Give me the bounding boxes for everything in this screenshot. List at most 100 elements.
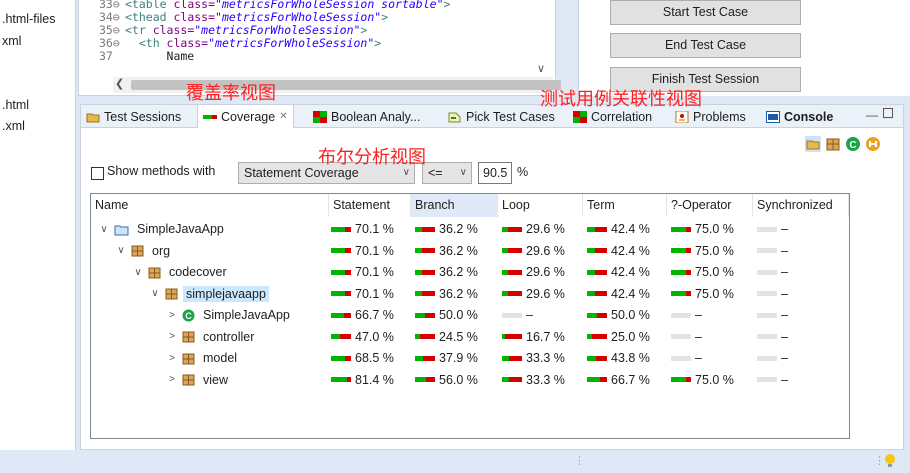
console-icon bbox=[766, 110, 780, 123]
code-line[interactable]: 37 Name bbox=[99, 49, 194, 63]
expand-chevron-icon[interactable]: > bbox=[167, 331, 177, 342]
metric-cell-loop: 33.3 % bbox=[502, 347, 565, 369]
collapse-chevron-icon[interactable]: ∨ bbox=[99, 224, 109, 235]
column-header-branch[interactable]: Branch bbox=[411, 194, 498, 217]
coverage-bar-uncovered bbox=[595, 355, 607, 361]
percent-label: % bbox=[517, 165, 529, 179]
code-token: <th bbox=[125, 36, 167, 50]
table-row[interactable]: ∨ codecover 70.1 % 36.2 % 29.6 % 42.4 % 75.0 %… bbox=[91, 261, 849, 283]
collapse-chevron-icon[interactable]: ∨ bbox=[150, 288, 160, 299]
coverage-bar bbox=[757, 269, 777, 275]
tab-test-sessions[interactable]: Test Sessions bbox=[86, 105, 181, 128]
metric-value: – bbox=[781, 222, 788, 236]
coverage-bar-covered bbox=[331, 291, 346, 296]
scroll-down-icon[interactable]: ∨ bbox=[537, 62, 545, 75]
coverage-bar-covered bbox=[587, 269, 596, 275]
tab-console[interactable]: Console bbox=[766, 105, 833, 128]
collapse-chevron-icon[interactable]: ∨ bbox=[116, 245, 126, 256]
tip-lightbulb-icon[interactable] bbox=[884, 453, 896, 469]
tab-label: Boolean Analy... bbox=[331, 109, 421, 124]
show-methods-checkbox[interactable] bbox=[91, 167, 104, 180]
table-row[interactable]: ∨ org 70.1 % 36.2 % 29.6 % 42.4 % 75.0 % – bbox=[91, 240, 849, 262]
expand-chevron-icon[interactable]: > bbox=[167, 310, 177, 321]
code-token: > bbox=[381, 10, 389, 24]
column-header-synchronized[interactable]: Synchronized bbox=[753, 194, 849, 217]
column-header-loop[interactable]: Loop bbox=[498, 194, 583, 217]
coverage-bar bbox=[587, 334, 607, 339]
column-header-name[interactable]: Name bbox=[91, 194, 329, 217]
package-view-icon[interactable] bbox=[825, 136, 841, 152]
coverage-bar-covered bbox=[415, 355, 423, 361]
minimize-icon[interactable]: — bbox=[866, 108, 878, 122]
editor-horizontal-scrollbar[interactable]: ❮ bbox=[113, 77, 561, 93]
metric-cell-loop: – bbox=[502, 304, 533, 326]
explorer-file[interactable]: .html-files bbox=[2, 12, 55, 26]
class-icon: C bbox=[182, 309, 195, 322]
operator-select-value: <= bbox=[428, 166, 443, 180]
code-token: class= bbox=[166, 36, 209, 50]
metric-cell-qop: 75.0 % bbox=[671, 369, 734, 391]
annotation-boolean-view: 布尔分析视图 bbox=[318, 147, 426, 168]
metric-value: – bbox=[781, 372, 788, 387]
code-line[interactable]: 35⊖ <tr class="metricsForWholeSession"> bbox=[99, 23, 367, 37]
coverage-bar bbox=[331, 269, 351, 275]
package-icon bbox=[165, 287, 178, 300]
operator-select[interactable]: <= ∨ bbox=[422, 162, 472, 184]
coverage-bar bbox=[502, 248, 522, 253]
table-row[interactable]: > model 68.5 % 37.9 % 33.3 % 43.8 % – – bbox=[91, 347, 849, 369]
code-line[interactable]: 34⊖ <thead class="metricsForWholeSession"… bbox=[99, 10, 388, 24]
table-row[interactable]: > C SimpleJavaApp 66.7 % 50.0 % – 50.0 % – – bbox=[91, 304, 849, 326]
refresh-icon[interactable]: C bbox=[845, 136, 861, 152]
metric-value: 75.0 % bbox=[695, 243, 734, 258]
explorer-file[interactable]: .xml bbox=[2, 119, 25, 133]
scroll-left-icon[interactable]: ❮ bbox=[115, 77, 124, 90]
expand-chevron-icon[interactable]: > bbox=[167, 374, 177, 385]
collapse-icon[interactable] bbox=[865, 136, 881, 152]
coverage-bar-uncovered bbox=[595, 248, 607, 253]
table-row[interactable]: > view 81.4 % 56.0 % 33.3 % 66.7 % 75.0 % – bbox=[91, 369, 849, 391]
coverage-bar bbox=[331, 248, 351, 253]
code-token: "metricsForWholeSession" bbox=[208, 36, 375, 50]
metric-cell-statement: 70.1 % bbox=[331, 261, 394, 283]
metric-cell-loop: 33.3 % bbox=[502, 369, 565, 391]
threshold-input[interactable]: 90.5 bbox=[478, 162, 512, 184]
table-row[interactable]: ∨ simplejavaapp 70.1 % 36.2 % 29.6 % 42.4 % 75… bbox=[91, 283, 849, 305]
maximize-icon[interactable] bbox=[883, 108, 893, 118]
tree-item-label: codecover bbox=[169, 265, 227, 279]
coverage-bar bbox=[502, 226, 522, 232]
metric-value: 42.4 % bbox=[611, 265, 650, 279]
tab-pick-test-cases[interactable]: Pick Test Cases bbox=[448, 105, 555, 128]
coverage-bar bbox=[502, 355, 522, 361]
start-test-case-button[interactable]: Start Test Case bbox=[610, 0, 801, 25]
coverage-bar-uncovered bbox=[345, 291, 351, 296]
metric-value: 66.7 % bbox=[611, 372, 650, 387]
end-test-case-button[interactable]: End Test Case bbox=[610, 33, 801, 58]
metric-value: 70.1 % bbox=[355, 286, 394, 301]
metric-value: 75.0 % bbox=[695, 372, 734, 387]
source-editor[interactable]: 33⊖ <table class="metricsForWholeSession … bbox=[78, 0, 561, 96]
collapse-chevron-icon[interactable]: ∨ bbox=[133, 267, 143, 278]
metric-cell-term: 25.0 % bbox=[587, 326, 650, 348]
open-folder-icon[interactable] bbox=[805, 136, 821, 152]
tab-label: Coverage bbox=[221, 109, 276, 124]
coverage-tree-table[interactable]: Name Statement Branch Loop Term ?-Operat… bbox=[90, 193, 850, 439]
table-row[interactable]: ∨ SimpleJavaApp 70.1 % 36.2 % 29.6 % 42.4 % 75… bbox=[91, 218, 849, 240]
close-tab-icon[interactable]: ✕ bbox=[279, 106, 287, 128]
explorer-file[interactable]: xml bbox=[2, 34, 21, 48]
coverage-bar-uncovered bbox=[426, 377, 435, 382]
column-header-statement[interactable]: Statement bbox=[329, 194, 411, 217]
metric-value: 68.5 % bbox=[355, 351, 394, 365]
metric-value: 33.3 % bbox=[526, 372, 565, 387]
metric-cell-qop: 75.0 % bbox=[671, 261, 734, 283]
tab-boolean-analyzer[interactable]: Boolean Analy... bbox=[313, 105, 420, 128]
metric-cell-loop: 29.6 % bbox=[502, 261, 565, 283]
expand-chevron-icon[interactable]: > bbox=[167, 353, 177, 364]
coverage-bar-uncovered bbox=[419, 334, 435, 339]
column-header-term[interactable]: Term bbox=[583, 194, 667, 217]
table-row[interactable]: > controller 47.0 % 24.5 % 16.7 % 25.0 % – – bbox=[91, 326, 849, 348]
explorer-file[interactable]: .html bbox=[2, 98, 29, 112]
column-header-operator[interactable]: ?-Operator bbox=[667, 194, 753, 217]
code-line[interactable]: 36⊖ <th class="metricsForWholeSession"> bbox=[99, 36, 381, 50]
metric-cell-branch: 50.0 % bbox=[415, 304, 478, 326]
tab-coverage[interactable]: Coverage ✕ bbox=[197, 105, 294, 128]
